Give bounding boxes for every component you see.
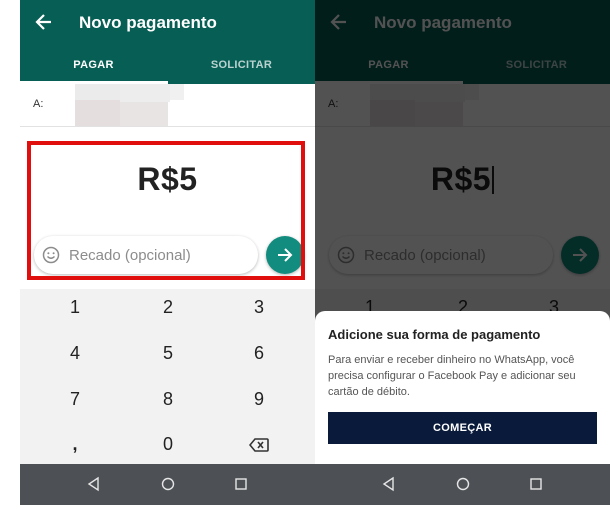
- backspace-icon[interactable]: [214, 422, 304, 466]
- highlight-box: [27, 141, 305, 280]
- recipient-label: A:: [33, 98, 44, 110]
- android-nav-bar: [20, 464, 315, 505]
- app-bar: Novo pagamento PAGAR SOLICITAR: [20, 0, 315, 84]
- sheet-body: Para enviar e receber dinheiro no WhatsA…: [328, 354, 576, 398]
- square-recents-icon[interactable]: [233, 476, 249, 492]
- android-nav-bar: [315, 464, 610, 505]
- square-recents-icon[interactable]: [528, 476, 544, 492]
- bottom-sheet: Adicione sua forma de pagamento Para env…: [315, 311, 610, 464]
- page-title: Novo pagamento: [79, 13, 217, 32]
- key-7[interactable]: 7: [30, 377, 120, 421]
- key-9[interactable]: 9: [214, 377, 304, 421]
- triangle-back-icon[interactable]: [86, 476, 102, 492]
- key-3[interactable]: 3: [214, 285, 304, 329]
- keypad: 1 2 3 4 5 6 7 8 9 , 0: [20, 285, 315, 465]
- recipient-blurred-name: [120, 84, 170, 102]
- phone-screen-left: Novo pagamento PAGAR SOLICITAR A: R$5 Re…: [20, 0, 315, 505]
- recipient-blurred-name: [120, 102, 168, 126]
- key-2[interactable]: 2: [123, 285, 213, 329]
- key-5[interactable]: 5: [123, 331, 213, 375]
- circle-home-icon[interactable]: [455, 476, 471, 492]
- recipient-blurred-name: [170, 84, 184, 100]
- bottom-margin: [0, 505, 610, 525]
- key-comma[interactable]: ,: [30, 422, 120, 466]
- recipient-blurred-name: [75, 100, 120, 126]
- arrow-left-icon[interactable]: [34, 10, 54, 34]
- key-6[interactable]: 6: [214, 331, 304, 375]
- triangle-back-icon[interactable]: [381, 476, 397, 492]
- sheet-title: Adicione sua forma de pagamento: [328, 327, 541, 342]
- screenshot-frame: { "appbar": { "title": "Novo pagamento",…: [0, 0, 610, 525]
- key-8[interactable]: 8: [123, 377, 213, 421]
- key-4[interactable]: 4: [30, 331, 120, 375]
- key-0[interactable]: 0: [123, 422, 213, 466]
- tab-pagar[interactable]: PAGAR: [20, 52, 167, 84]
- recipient-row[interactable]: A:: [20, 84, 315, 127]
- start-button[interactable]: COMEÇAR: [328, 412, 597, 444]
- circle-home-icon[interactable]: [160, 476, 176, 492]
- key-1[interactable]: 1: [30, 285, 120, 329]
- tab-solicitar[interactable]: SOLICITAR: [168, 52, 315, 84]
- phone-screen-right: Novo pagamento PAGAR SOLICITAR A: R$5 Re…: [315, 0, 610, 505]
